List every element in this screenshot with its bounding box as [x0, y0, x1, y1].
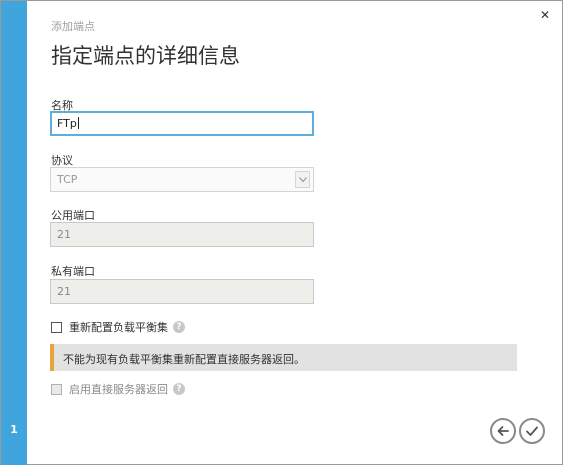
- private-port-label: 私有端口: [51, 265, 95, 278]
- checkmark-icon: [526, 426, 538, 436]
- private-port-input[interactable]: 21: [50, 279, 314, 304]
- page-title: 指定端点的详细信息: [51, 44, 240, 68]
- text-caret: [77, 117, 79, 129]
- back-button[interactable]: [490, 418, 516, 444]
- name-input-value: FTp: [57, 117, 77, 130]
- reconfigure-lb-label[interactable]: 重新配置负载平衡集: [69, 319, 168, 335]
- direct-server-return-checkbox[interactable]: [51, 383, 62, 395]
- reconfigure-lb-checkbox[interactable]: [51, 321, 62, 333]
- step-number: 1: [10, 423, 18, 436]
- help-icon[interactable]: ?: [173, 383, 185, 395]
- confirm-button[interactable]: [519, 418, 545, 444]
- help-icon[interactable]: ?: [173, 321, 185, 333]
- dialog-subtitle: 添加端点: [51, 20, 95, 33]
- dialog-window: 1 ✕ 添加端点 指定端点的详细信息 名称 FTp 协议 TCP 公用端口 21…: [0, 0, 563, 465]
- chevron-down-icon[interactable]: [295, 171, 310, 188]
- arrow-left-icon: [497, 426, 509, 436]
- close-icon[interactable]: ✕: [538, 8, 552, 24]
- public-port-label: 公用端口: [51, 209, 95, 222]
- reconfigure-lb-row: 重新配置负载平衡集 ?: [51, 319, 185, 335]
- direct-server-return-row: 启用直接服务器返回 ?: [51, 381, 185, 397]
- protocol-select[interactable]: TCP: [50, 167, 314, 192]
- direct-server-return-label: 启用直接服务器返回: [69, 383, 168, 396]
- public-port-input[interactable]: 21: [50, 222, 314, 247]
- protocol-selected-value: TCP: [57, 173, 78, 186]
- warning-notice: 不能为现有负载平衡集重新配置直接服务器返回。: [50, 344, 517, 371]
- name-input[interactable]: FTp: [50, 111, 314, 136]
- step-sidebar: 1: [1, 1, 27, 465]
- protocol-label: 协议: [51, 154, 73, 167]
